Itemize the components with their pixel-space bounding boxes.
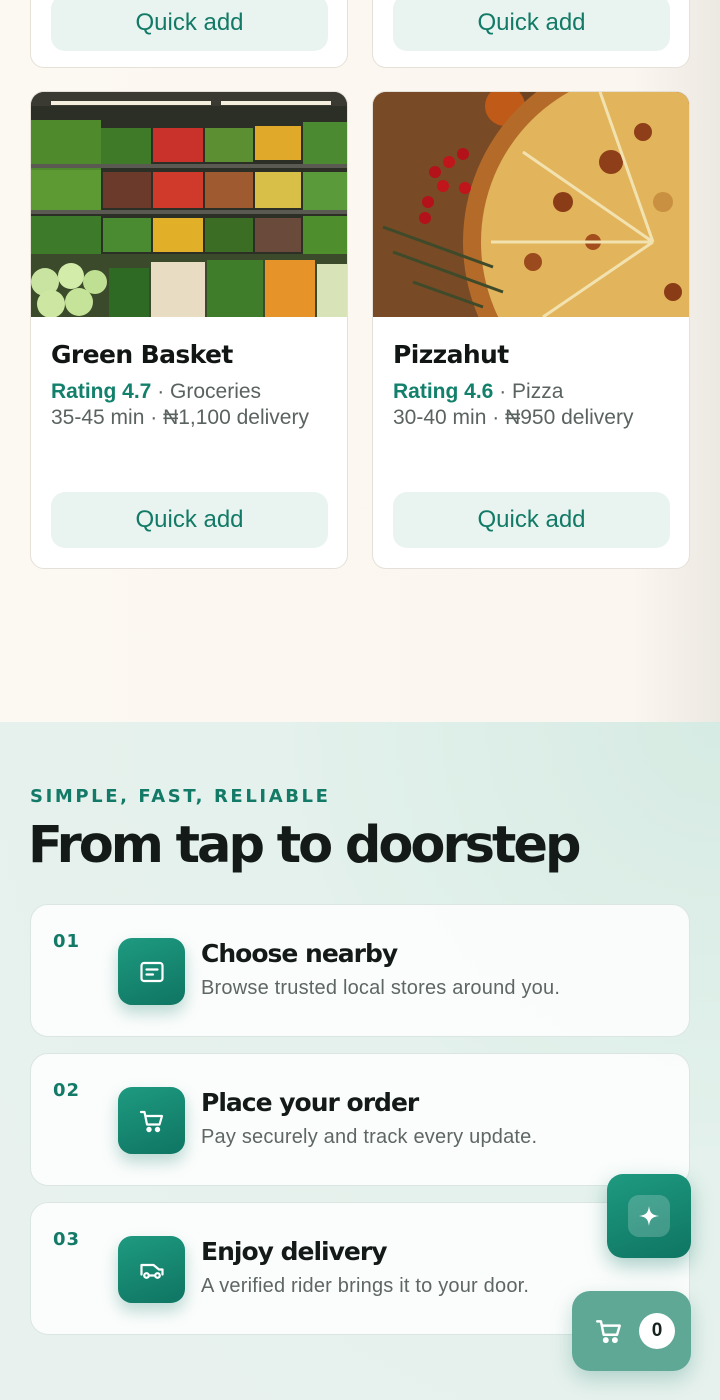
store-name: Pizzahut (393, 340, 509, 369)
delivery-time: 30-40 min (393, 406, 487, 429)
store-card-top-left: Quick add (30, 0, 348, 68)
store-category: Pizza (512, 380, 564, 403)
store-category: Groceries (170, 380, 262, 403)
delivery-fee: ₦1,100 delivery (163, 406, 309, 429)
store-card-green-basket[interactable]: Green Basket Rating 4.7 · Groceries 35-4… (30, 91, 348, 569)
cart-icon (595, 1320, 621, 1344)
quick-add-button[interactable]: Quick add (51, 0, 328, 51)
assistant-button[interactable] (607, 1174, 691, 1258)
step-card-place-order: 02 Place your order Pay securely and tra… (30, 1053, 690, 1186)
store-meta: Rating 4.7 · Groceries (51, 380, 262, 403)
store-card-top-right: Quick add (372, 0, 690, 68)
section-heading: From tap to doorstep (28, 816, 581, 875)
store-rating: Rating 4.7 (51, 380, 152, 403)
step-description: Browse trusted local stores around you. (201, 977, 561, 999)
store-delivery-info: 30-40 min · ₦950 delivery (393, 406, 634, 429)
store-delivery-info: 35-45 min · ₦1,100 delivery (51, 406, 309, 429)
quick-add-button[interactable]: Quick add (393, 0, 670, 51)
delivery-truck-icon (118, 1236, 185, 1303)
store-rating: Rating 4.6 (393, 380, 494, 403)
store-name: Green Basket (51, 340, 233, 369)
pizza-image (373, 92, 689, 317)
sparkle-icon (628, 1195, 670, 1237)
step-title: Enjoy delivery (201, 1237, 387, 1266)
step-number: 01 (53, 931, 81, 952)
step-card-choose-nearby: 01 Choose nearby Browse trusted local st… (30, 904, 690, 1037)
step-description: A verified rider brings it to your door. (201, 1275, 530, 1297)
grocery-shelves-image (31, 92, 347, 317)
quick-add-button[interactable]: Quick add (51, 492, 328, 548)
step-title: Place your order (201, 1088, 419, 1117)
store-list-icon (118, 938, 185, 1005)
store-image-pizza (373, 92, 689, 317)
store-meta: Rating 4.6 · Pizza (393, 380, 564, 403)
delivery-time: 35-45 min (51, 406, 145, 429)
cart-icon (118, 1087, 185, 1154)
delivery-fee: ₦950 delivery (505, 406, 634, 429)
step-description: Pay securely and track every update. (201, 1126, 538, 1148)
store-image-groceries (31, 92, 347, 317)
step-number: 03 (53, 1229, 81, 1250)
section-eyebrow: SIMPLE, FAST, RELIABLE (30, 786, 331, 807)
cart-count-badge: 0 (639, 1313, 675, 1349)
step-title: Choose nearby (201, 939, 398, 968)
featured-stores-section: Quick add Quick add Green Basket Rating … (0, 0, 720, 722)
quick-add-button[interactable]: Quick add (393, 492, 670, 548)
step-number: 02 (53, 1080, 81, 1101)
cart-button[interactable]: 0 (572, 1291, 691, 1371)
store-card-pizzahut[interactable]: Pizzahut Rating 4.6 · Pizza 30-40 min · … (372, 91, 690, 569)
